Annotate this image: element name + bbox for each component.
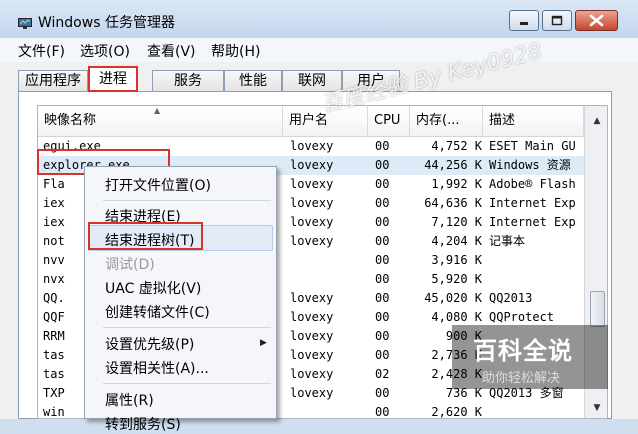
scroll-down-icon[interactable]: ▼ [589, 400, 605, 416]
table-row[interactable]: egui.exe lovexy 00 4,752 K ESET Main GU [38, 137, 584, 156]
task-manager-icon [18, 14, 32, 29]
window-title: Windows 任务管理器 [38, 15, 175, 31]
row-cpu: 02 [375, 367, 390, 381]
baike-watermark: 百科全说 助你轻松解决 [452, 325, 608, 389]
column-image-name[interactable]: 映像名称 ▲ [38, 106, 283, 136]
row-cpu: 00 [375, 348, 390, 362]
menu-separator [103, 383, 271, 384]
close-button[interactable] [575, 10, 618, 31]
row-user-name: lovexy [290, 329, 334, 343]
row-memory: 64,636 K [424, 196, 482, 210]
row-user-name: lovexy [290, 139, 334, 153]
row-description: Internet Exp [489, 196, 576, 210]
row-user-name: lovexy [290, 196, 334, 210]
row-memory: 7,120 K [431, 215, 482, 229]
scrollbar-thumb[interactable] [590, 291, 605, 327]
menu-open-file-location[interactable]: 打开文件位置(O) [105, 175, 211, 195]
sort-ascending-icon: ▲ [154, 106, 161, 115]
menu-create-dump-file[interactable]: 创建转储文件(C) [105, 302, 210, 322]
menu-help[interactable]: 帮助(H) [211, 41, 260, 61]
tab-applications[interactable]: 应用程序 [18, 70, 88, 92]
row-cpu: 00 [375, 310, 390, 324]
scroll-up-icon[interactable]: ▲ [589, 113, 605, 129]
column-cpu[interactable]: CPU [368, 106, 410, 136]
watermark-subtitle: 助你轻松解决 [482, 371, 561, 386]
row-cpu: 00 [375, 386, 390, 400]
row-memory: 45,020 K [424, 291, 482, 305]
row-cpu: 00 [375, 291, 390, 305]
menu-view[interactable]: 查看(V) [147, 41, 196, 61]
row-cpu: 00 [375, 139, 390, 153]
menu-file[interactable]: 文件(F) [18, 41, 65, 61]
row-cpu: 00 [375, 177, 390, 191]
tab-processes[interactable]: 进程 [88, 66, 138, 92]
menu-set-affinity[interactable]: 设置相关性(A)... [105, 358, 209, 378]
row-user-name: lovexy [290, 215, 334, 229]
column-description[interactable]: 描述 [483, 106, 584, 136]
row-user-name: lovexy [290, 158, 334, 172]
row-user-name: lovexy [290, 367, 334, 381]
menu-options[interactable]: 选项(O) [80, 41, 130, 61]
column-user-name[interactable]: 用户名 [283, 106, 368, 136]
row-cpu: 00 [375, 215, 390, 229]
row-cpu: 00 [375, 253, 390, 267]
row-cpu: 00 [375, 158, 390, 172]
row-description: QQ2013 [489, 291, 533, 305]
row-memory: 5,920 K [431, 272, 482, 286]
maximize-button[interactable] [542, 10, 572, 31]
row-cpu: 00 [375, 329, 390, 343]
row-memory: 1,992 K [431, 177, 482, 191]
row-user-name: lovexy [290, 310, 334, 324]
table-header: 映像名称 ▲ 用户名 CPU 内存(... 描述 [38, 106, 607, 137]
row-user-name: lovexy [290, 348, 334, 362]
row-cpu: 00 [375, 405, 390, 419]
tab-users[interactable]: 用户 [342, 70, 400, 92]
menu-end-process[interactable]: 结束进程(E) [105, 206, 181, 226]
row-description: 记事本 [489, 234, 526, 248]
row-memory: 4,204 K [431, 234, 482, 248]
column-memory[interactable]: 内存(... [410, 106, 483, 136]
menu-debug: 调试(D) [105, 257, 155, 273]
row-description: Windows 资源 [489, 158, 571, 172]
row-cpu: 00 [375, 272, 390, 286]
row-cpu: 00 [375, 196, 390, 210]
row-user-name: lovexy [290, 291, 334, 305]
row-image-name: egui.exe [43, 139, 101, 153]
row-memory: 2,620 K [431, 405, 482, 419]
tab-performance[interactable]: 性能 [224, 70, 282, 92]
row-user-name: lovexy [290, 386, 334, 400]
menu-properties[interactable]: 属性(R) [105, 390, 154, 410]
row-memory: 3,916 K [431, 253, 482, 267]
menu-go-to-service[interactable]: 转到服务(S) [105, 414, 181, 434]
minimize-button[interactable] [509, 10, 539, 31]
row-description: Adobe® Flash [489, 177, 576, 191]
menu-end-process-tree[interactable]: 结束进程树(T) [105, 230, 194, 250]
row-memory: 4,752 K [431, 139, 482, 153]
title-bar: Windows 任务管理器 [0, 0, 638, 38]
column-label: 映像名称 [44, 113, 97, 128]
submenu-arrow-icon: ▶ [260, 338, 267, 348]
tab-services[interactable]: 服务 [152, 70, 224, 92]
row-description: ESET Main GU [489, 139, 576, 153]
row-description: Internet Exp [489, 215, 576, 229]
menu-uac-virtualization[interactable]: UAC 虚拟化(V) [105, 278, 201, 298]
watermark-title: 百科全说 [473, 337, 573, 365]
menu-separator [103, 327, 271, 328]
row-cpu: 00 [375, 234, 390, 248]
tab-networking[interactable]: 联网 [282, 70, 342, 92]
row-user-name: lovexy [290, 177, 334, 191]
row-user-name: lovexy [290, 234, 334, 248]
context-menu: 打开文件位置(O) 结束进程(E) 结束进程树(T) 调试(D) UAC 虚拟化… [84, 166, 277, 433]
row-memory: 44,256 K [424, 158, 482, 172]
menu-separator [103, 200, 271, 201]
menu-set-priority[interactable]: 设置优先级(P) [105, 334, 194, 354]
